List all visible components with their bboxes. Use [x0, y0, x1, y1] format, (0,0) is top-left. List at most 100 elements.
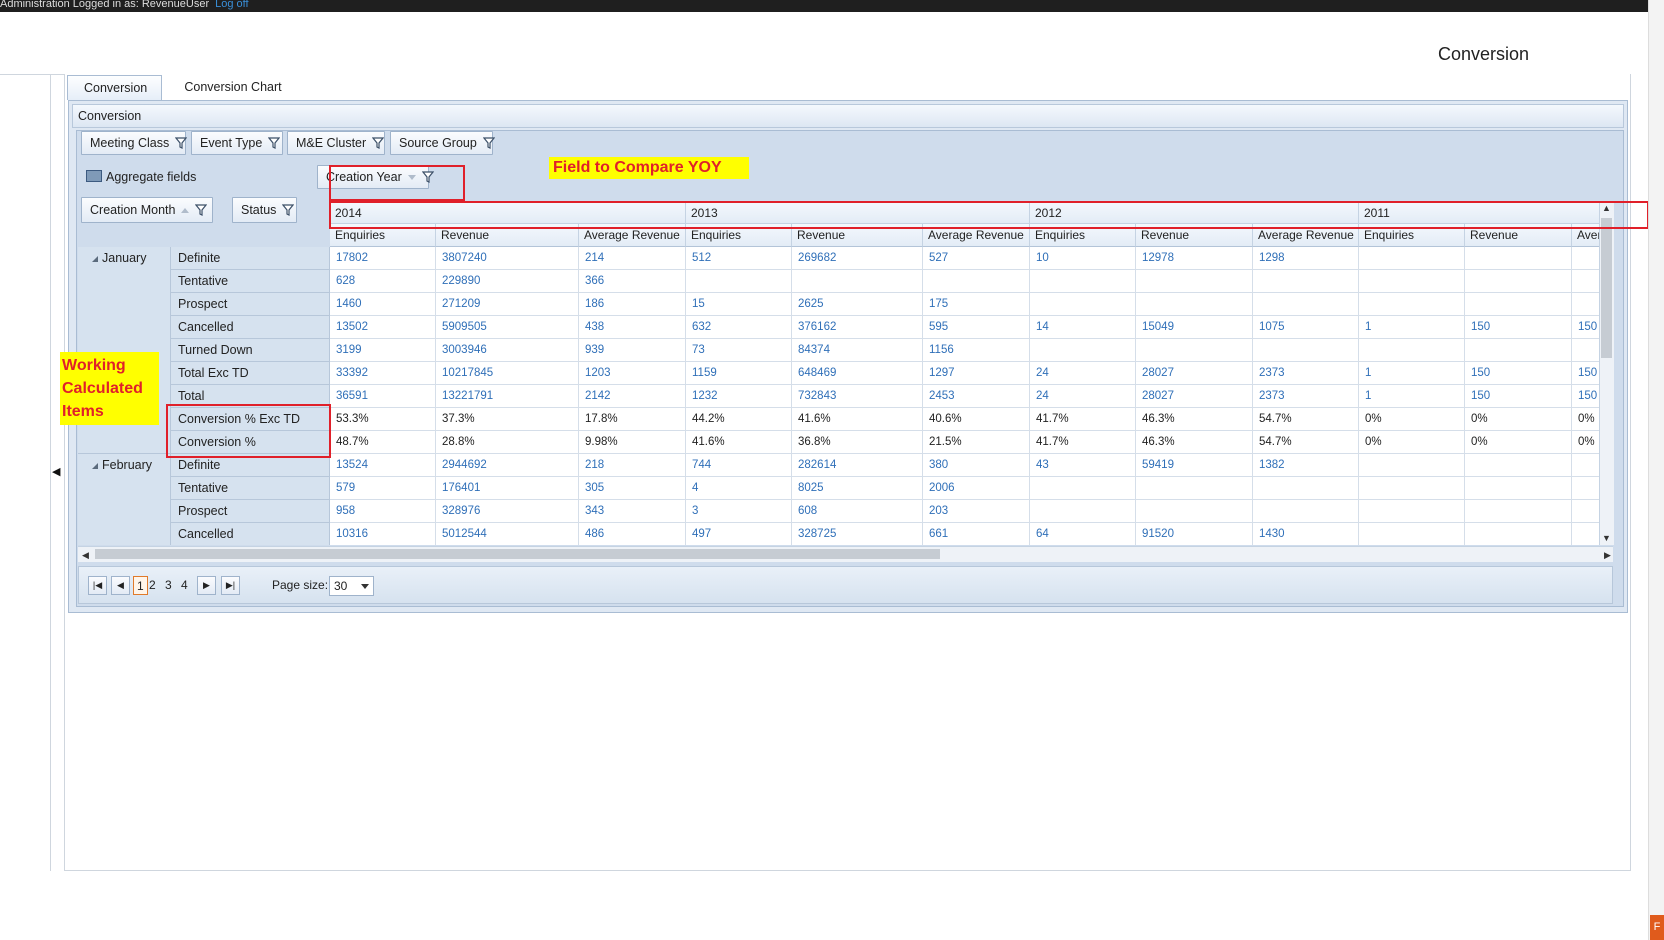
row-header-status[interactable]: Tentative: [171, 270, 330, 293]
data-cell[interactable]: [1136, 477, 1253, 500]
vertical-scroll-thumb[interactable]: [1601, 218, 1612, 358]
data-cell[interactable]: 0%: [1572, 431, 1599, 454]
data-cell[interactable]: 73: [686, 339, 792, 362]
filter-icon[interactable]: [174, 134, 188, 156]
data-cell[interactable]: 15: [686, 293, 792, 316]
data-cell[interactable]: [1465, 247, 1572, 270]
data-cell[interactable]: [1359, 247, 1465, 270]
last-page-icon[interactable]: ▶|: [221, 576, 240, 595]
data-cell[interactable]: [1465, 500, 1572, 523]
data-cell[interactable]: 2453: [923, 385, 1030, 408]
field-event-type[interactable]: Event Type: [191, 131, 283, 155]
year-header[interactable]: 2014: [330, 202, 686, 224]
data-cell[interactable]: [1030, 339, 1136, 362]
page-number-current[interactable]: 1: [133, 576, 148, 595]
data-cell[interactable]: 579: [330, 477, 436, 500]
data-cell[interactable]: 44.2%: [686, 408, 792, 431]
data-cell[interactable]: 2006: [923, 477, 1030, 500]
collapse-sidebar-icon[interactable]: ◀: [52, 465, 60, 478]
filter-icon[interactable]: [371, 134, 385, 156]
data-cell[interactable]: 150: [1572, 316, 1599, 339]
data-cell[interactable]: 3003946: [436, 339, 579, 362]
data-cell[interactable]: 939: [579, 339, 686, 362]
measure-header[interactable]: Average Revenue: [1253, 224, 1359, 247]
data-cell[interactable]: 53.3%: [330, 408, 436, 431]
data-cell[interactable]: 1: [1359, 385, 1465, 408]
row-header-status[interactable]: Cancelled: [171, 523, 330, 545]
data-cell[interactable]: 2373: [1253, 362, 1359, 385]
year-header[interactable]: 2011: [1359, 202, 1599, 224]
data-cell[interactable]: 59419: [1136, 454, 1253, 477]
tab-conversion[interactable]: Conversion: [67, 75, 162, 100]
data-cell[interactable]: 46.3%: [1136, 408, 1253, 431]
page-size-select[interactable]: 30: [329, 576, 374, 596]
page-number[interactable]: 3: [165, 576, 172, 595]
row-header-status[interactable]: Turned Down: [171, 339, 330, 362]
data-cell[interactable]: 2142: [579, 385, 686, 408]
data-cell[interactable]: 3199: [330, 339, 436, 362]
data-cell[interactable]: 328976: [436, 500, 579, 523]
data-cell[interactable]: 527: [923, 247, 1030, 270]
data-cell[interactable]: 648469: [792, 362, 923, 385]
measure-header[interactable]: Average Revenue: [923, 224, 1030, 247]
data-cell[interactable]: 54.7%: [1253, 408, 1359, 431]
data-cell[interactable]: 486: [579, 523, 686, 545]
data-cell[interactable]: 17.8%: [579, 408, 686, 431]
data-cell[interactable]: [1572, 247, 1599, 270]
data-cell[interactable]: 380: [923, 454, 1030, 477]
data-cell[interactable]: 28.8%: [436, 431, 579, 454]
data-cell[interactable]: 176401: [436, 477, 579, 500]
data-cell[interactable]: 595: [923, 316, 1030, 339]
field-creation-month[interactable]: Creation Month: [81, 197, 213, 223]
data-cell[interactable]: [1465, 523, 1572, 545]
data-cell[interactable]: [1030, 500, 1136, 523]
filter-icon[interactable]: [482, 134, 496, 156]
data-cell[interactable]: 732843: [792, 385, 923, 408]
data-cell[interactable]: [1359, 339, 1465, 362]
data-cell[interactable]: 4: [686, 477, 792, 500]
row-header-status[interactable]: Prospect: [171, 293, 330, 316]
year-header[interactable]: 2013: [686, 202, 1030, 224]
data-cell[interactable]: [1253, 500, 1359, 523]
sort-icon[interactable]: [407, 175, 416, 180]
sort-icon[interactable]: [181, 208, 190, 213]
data-cell[interactable]: 8025: [792, 477, 923, 500]
filter-icon[interactable]: [421, 168, 435, 190]
data-cell[interactable]: 2625: [792, 293, 923, 316]
page-number[interactable]: 2: [149, 576, 156, 595]
data-cell[interactable]: 43: [1030, 454, 1136, 477]
data-cell[interactable]: 628: [330, 270, 436, 293]
data-cell[interactable]: 1075: [1253, 316, 1359, 339]
data-cell[interactable]: 218: [579, 454, 686, 477]
measure-header[interactable]: Revenue: [1465, 224, 1572, 247]
data-cell[interactable]: 2373: [1253, 385, 1359, 408]
measure-header[interactable]: Average Revenue: [579, 224, 686, 247]
page-number[interactable]: 4: [181, 576, 188, 595]
collapse-triangle-icon[interactable]: [92, 256, 98, 262]
data-cell[interactable]: 186: [579, 293, 686, 316]
data-cell[interactable]: [1359, 500, 1465, 523]
data-cell[interactable]: [1572, 270, 1599, 293]
data-cell[interactable]: 15049: [1136, 316, 1253, 339]
data-cell[interactable]: [923, 270, 1030, 293]
data-cell[interactable]: 36591: [330, 385, 436, 408]
field-creation-year[interactable]: Creation Year: [317, 165, 435, 189]
prev-page-icon[interactable]: ◀: [111, 576, 130, 595]
year-header[interactable]: 2012: [1030, 202, 1359, 224]
logoff-link[interactable]: Log off: [215, 0, 248, 10]
data-cell[interactable]: 91520: [1136, 523, 1253, 545]
row-header-status[interactable]: Tentative: [171, 477, 330, 500]
data-cell[interactable]: [1030, 477, 1136, 500]
data-cell[interactable]: 269682: [792, 247, 923, 270]
data-cell[interactable]: 9.98%: [579, 431, 686, 454]
row-header-status[interactable]: Conversion %: [171, 431, 330, 454]
data-cell[interactable]: 54.7%: [1253, 431, 1359, 454]
row-header-status[interactable]: Total Exc TD: [171, 362, 330, 385]
row-header-status[interactable]: Cancelled: [171, 316, 330, 339]
data-cell[interactable]: [1465, 477, 1572, 500]
data-cell[interactable]: [686, 270, 792, 293]
data-cell[interactable]: 1382: [1253, 454, 1359, 477]
data-cell[interactable]: 150: [1465, 362, 1572, 385]
field-source-group[interactable]: Source Group: [390, 131, 496, 156]
data-cell[interactable]: [1359, 477, 1465, 500]
